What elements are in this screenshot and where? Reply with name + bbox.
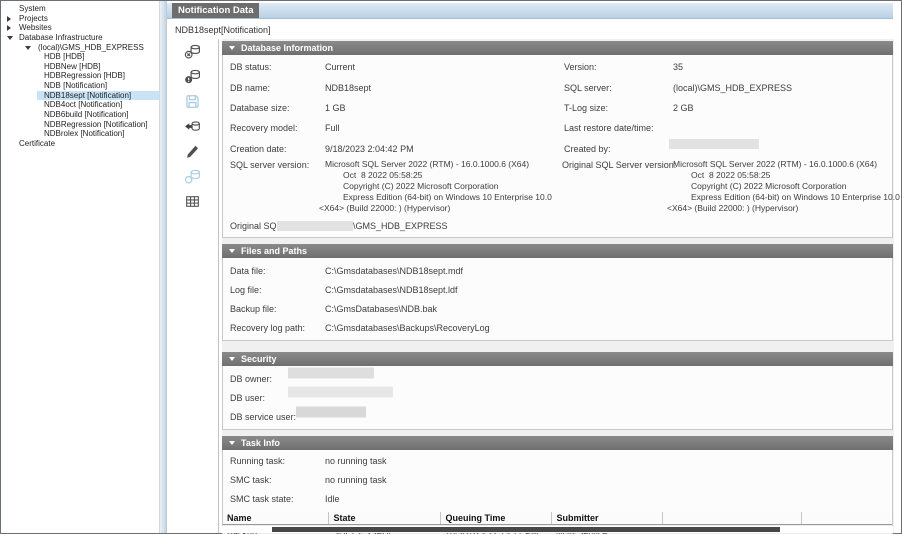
section-header-database-information[interactable]: Database Information: [222, 41, 893, 55]
disconnect-database-icon[interactable]: [184, 43, 201, 60]
section-header-task-info[interactable]: Task Info: [222, 436, 893, 450]
tree-item-projects[interactable]: Projects: [1, 14, 159, 24]
field-row: DB owner:: [223, 369, 892, 388]
tree-item-database-infrastructure[interactable]: Database Infrastructure: [1, 33, 159, 43]
scrollbar-thumb[interactable]: [272, 527, 780, 532]
field-row: Recovery model:Full Last restore date/ti…: [223, 118, 892, 138]
column-header-state[interactable]: State: [328, 512, 440, 525]
original-sql-server-version-value: Microsoft SQL Server 2022 (RTM) - 16.0.1…: [667, 159, 902, 214]
field-row: Creation date:9/18/2023 2:04:42 PM Creat…: [223, 139, 892, 159]
tree-item-ndb6build[interactable]: NDB6build [Notification]: [1, 110, 159, 120]
redacted-value: [669, 139, 759, 149]
section-security: Security DB owner: DB user: DB service u…: [222, 352, 893, 430]
tree-item-ndbrolex[interactable]: NDBrolex [Notification]: [1, 129, 159, 139]
expanded-arrow-icon[interactable]: [25, 46, 31, 50]
table-grid-icon[interactable]: [184, 193, 201, 210]
field-row: SMC task:no running task: [223, 471, 892, 490]
expanded-arrow-icon[interactable]: [7, 36, 13, 40]
attach-database-icon[interactable]: [184, 68, 201, 85]
redacted-value: [296, 406, 366, 417]
section-task-info: Task Info Running task:no running task S…: [222, 436, 893, 533]
detail-content: Database Information DB status:Current V…: [222, 39, 894, 533]
original-sql-server-row: Original SQL Server: \GMS_HDB_EXPRESS: [223, 216, 892, 236]
tree-item-system[interactable]: System: [1, 4, 159, 14]
field-row: DB name:NDB18sept SQL server:(local)\GMS…: [223, 77, 892, 97]
tab-bar: Notification Data: [167, 3, 893, 19]
field-row: Backup file:C:\GmsDatabases\NDB.bak: [223, 300, 892, 319]
column-header-empty: [801, 512, 892, 525]
table-header-row: Name State Queuing Time Submitter: [223, 512, 892, 525]
redacted-value: [288, 387, 393, 398]
horizontal-scrollbar[interactable]: [222, 526, 893, 533]
app-window: System Projects Websites Database Infras…: [0, 0, 902, 534]
field-row: Running task:no running task: [223, 452, 892, 471]
tree-item-hdbregression[interactable]: HDBRegression [HDB]: [1, 71, 159, 81]
collapsed-arrow-icon[interactable]: [7, 25, 11, 31]
column-header-empty: [662, 512, 801, 525]
column-header-submitter[interactable]: Submitter: [551, 512, 662, 525]
field-row: DB user:: [223, 388, 892, 407]
collapse-arrow-icon: [229, 441, 235, 445]
redacted-value: [288, 368, 374, 379]
field-row: DB status:Current Version:35: [223, 57, 892, 77]
collapse-arrow-icon: [229, 46, 235, 50]
save-icon[interactable]: [184, 93, 201, 110]
redacted-value: [277, 221, 353, 231]
tree-item-hdbnew[interactable]: HDBNew [HDB]: [1, 62, 159, 72]
field-row: Log file:C:\Gmsdatabases\NDB18sept.ldf: [223, 280, 892, 299]
panel-splitter[interactable]: [159, 1, 167, 533]
right-margin: [894, 39, 901, 533]
main-panel: Notification Data NDB18sept[Notification…: [167, 1, 901, 533]
sql-server-version-value: Microsoft SQL Server 2022 (RTM) - 16.0.1…: [319, 159, 554, 214]
tree-item-ndb4oct[interactable]: NDB4oct [Notification]: [1, 100, 159, 110]
section-header-files-and-paths[interactable]: Files and Paths: [222, 244, 893, 258]
tree-item-websites[interactable]: Websites: [1, 23, 159, 33]
field-row: DB service user:: [223, 408, 892, 427]
section-database-information: Database Information DB status:Current V…: [222, 41, 893, 238]
section-files-and-paths: Files and Paths Data file:C:\Gmsdatabase…: [222, 244, 893, 341]
tree-item-hdb[interactable]: HDB [HDB]: [1, 52, 159, 62]
field-row: Database size:1 GB T-Log size:2 GB: [223, 98, 892, 118]
copy-database-icon[interactable]: [184, 168, 201, 185]
collapse-arrow-icon: [229, 357, 235, 361]
collapsed-arrow-icon[interactable]: [7, 16, 11, 22]
column-header-name[interactable]: Name: [223, 512, 328, 525]
section-header-security[interactable]: Security: [222, 352, 893, 366]
navigation-tree: System Projects Websites Database Infras…: [1, 1, 159, 533]
field-row: SMC task state:Idle: [223, 489, 892, 508]
field-row: Data file:C:\Gmsdatabases\NDB18sept.mdf: [223, 261, 892, 280]
edit-icon[interactable]: [184, 143, 201, 160]
sql-version-row: SQL server version: Microsoft SQL Server…: [223, 159, 892, 216]
collapse-arrow-icon: [229, 249, 235, 253]
tree-item-ndb[interactable]: NDB [Notification]: [1, 81, 159, 91]
restore-database-icon[interactable]: [184, 118, 201, 135]
page-title: NDB18sept[Notification]: [167, 19, 901, 39]
tab-notification-data[interactable]: Notification Data: [172, 3, 259, 18]
tree-item-certificate[interactable]: Certificate: [1, 139, 159, 149]
tree-item-local-gms-hdb-express[interactable]: (local)\GMS_HDB_EXPRESS: [1, 43, 159, 53]
tree-item-ndbregression[interactable]: NDBRegression [Notification]: [1, 120, 159, 130]
tree-item-ndb18sept-selected[interactable]: NDB18sept [Notification]: [1, 91, 159, 101]
column-header-queuing-time[interactable]: Queuing Time: [440, 512, 551, 525]
database-toolbar: [167, 39, 219, 533]
field-row: Recovery log path:C:\Gmsdatabases\Backup…: [223, 319, 892, 338]
